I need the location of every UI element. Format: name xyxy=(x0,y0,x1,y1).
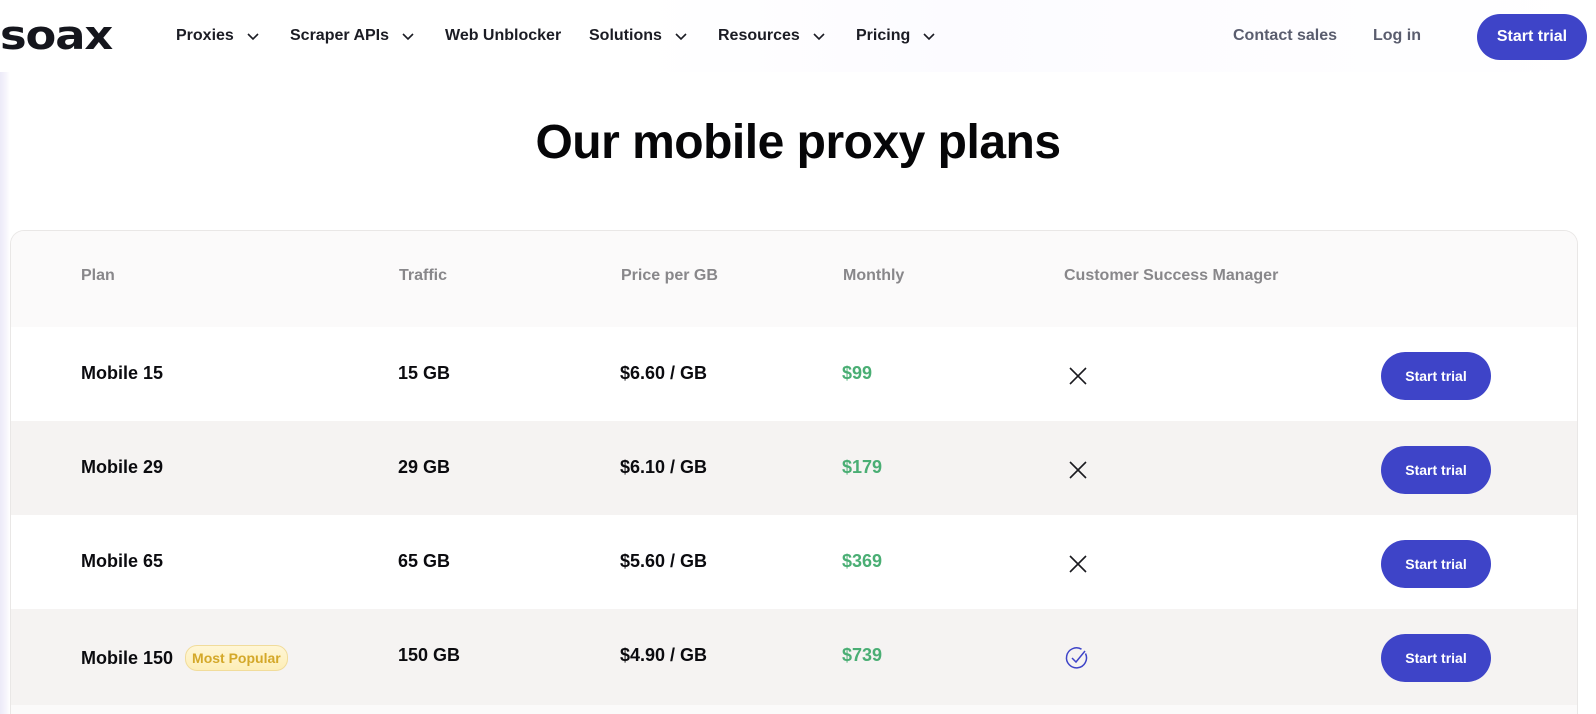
soax-logo[interactable]: soax xyxy=(0,14,113,58)
contact-sales-link[interactable]: Contact sales xyxy=(1233,24,1337,48)
start-trial-button[interactable]: Start trial xyxy=(1381,634,1491,682)
chevron-down-icon xyxy=(247,33,259,41)
nav-item-label: Proxies xyxy=(176,27,234,44)
traffic-value: 65 GB xyxy=(398,551,451,571)
start-trial-button[interactable]: Start trial xyxy=(1381,540,1491,588)
table-row: Mobile 15 15 GB $6.60 / GB $99 Start tri… xyxy=(11,327,1577,423)
plan-name: Mobile 65 xyxy=(81,551,163,572)
monthly-price: $369 xyxy=(842,551,883,571)
nav-item-label: Pricing xyxy=(856,27,911,44)
column-header-monthly: Monthly xyxy=(843,267,905,284)
close-icon xyxy=(1069,555,1087,573)
plans-table: Plan Traffic Price per GB Monthly Custom… xyxy=(10,230,1578,714)
chevron-down-icon xyxy=(813,33,825,41)
plan-name-text: Mobile 29 xyxy=(81,457,164,477)
table-row: Mobile 29 29 GB $6.10 / GB $179 Start tr… xyxy=(11,421,1577,517)
close-icon xyxy=(1069,367,1087,385)
nav-item-label: Scraper APIs xyxy=(290,27,390,44)
nav-item-label: Resources xyxy=(718,27,800,44)
plan-name-text: Mobile 65 xyxy=(81,551,164,571)
column-header-price-per-gb: Price per GB xyxy=(621,267,718,284)
start-trial-button[interactable]: Start trial xyxy=(1477,14,1587,60)
nav-item-solutions[interactable]: Solutions xyxy=(589,24,688,48)
column-header-csm: Customer Success Manager xyxy=(1064,267,1279,284)
price-per-gb-value: $6.60 / GB xyxy=(620,363,708,383)
nav-item-scraper-apis[interactable]: Scraper APIs xyxy=(290,24,415,48)
column-header-plan: Plan xyxy=(81,267,115,284)
monthly-price: $179 xyxy=(842,457,883,477)
monthly-price: $739 xyxy=(842,645,883,665)
chevron-down-icon xyxy=(675,33,687,41)
start-trial-button[interactable]: Start trial xyxy=(1381,446,1491,494)
plan-name: Mobile 15 xyxy=(81,363,163,384)
most-popular-badge: Most Popular xyxy=(185,645,288,671)
page-title: Our mobile proxy plans xyxy=(535,116,1061,169)
nav-item-label: Web Unblocker xyxy=(445,27,562,44)
log-in-link[interactable]: Log in xyxy=(1373,24,1421,48)
start-trial-button[interactable]: Start trial xyxy=(1381,352,1491,400)
top-nav: soax Proxies Scraper APIs Web Unblocker … xyxy=(0,0,1596,72)
table-row: Mobile 150 Most Popular 150 GB $4.90 / G… xyxy=(11,609,1577,705)
traffic-value: 15 GB xyxy=(398,363,451,383)
traffic-value: 150 GB xyxy=(398,645,461,665)
chevron-down-icon xyxy=(923,33,935,41)
plan-name: Mobile 29 xyxy=(81,457,163,478)
nav-item-web-unblocker[interactable]: Web Unblocker xyxy=(445,24,561,48)
nav-item-resources[interactable]: Resources xyxy=(718,24,826,48)
close-icon xyxy=(1069,461,1087,479)
column-header-traffic: Traffic xyxy=(399,267,448,284)
price-per-gb-value: $5.60 / GB xyxy=(620,551,708,571)
price-per-gb-value: $4.90 / GB xyxy=(620,645,708,665)
price-per-gb-value: $6.10 / GB xyxy=(620,457,708,477)
table-header: Plan Traffic Price per GB Monthly Custom… xyxy=(11,231,1577,327)
monthly-price: $99 xyxy=(842,363,873,383)
nav-item-proxies[interactable]: Proxies xyxy=(176,24,260,48)
chevron-down-icon xyxy=(402,33,414,41)
plan-name: Mobile 150 Most Popular xyxy=(81,645,288,671)
table-row: Mobile 65 65 GB $5.60 / GB $369 Start tr… xyxy=(11,515,1577,611)
plan-name-text: Mobile 150 xyxy=(81,647,174,668)
check-circle-icon xyxy=(1065,647,1088,669)
nav-item-label: Solutions xyxy=(589,27,662,44)
nav-item-pricing[interactable]: Pricing xyxy=(856,24,936,48)
traffic-value: 29 GB xyxy=(398,457,451,477)
plan-name-text: Mobile 15 xyxy=(81,363,164,383)
